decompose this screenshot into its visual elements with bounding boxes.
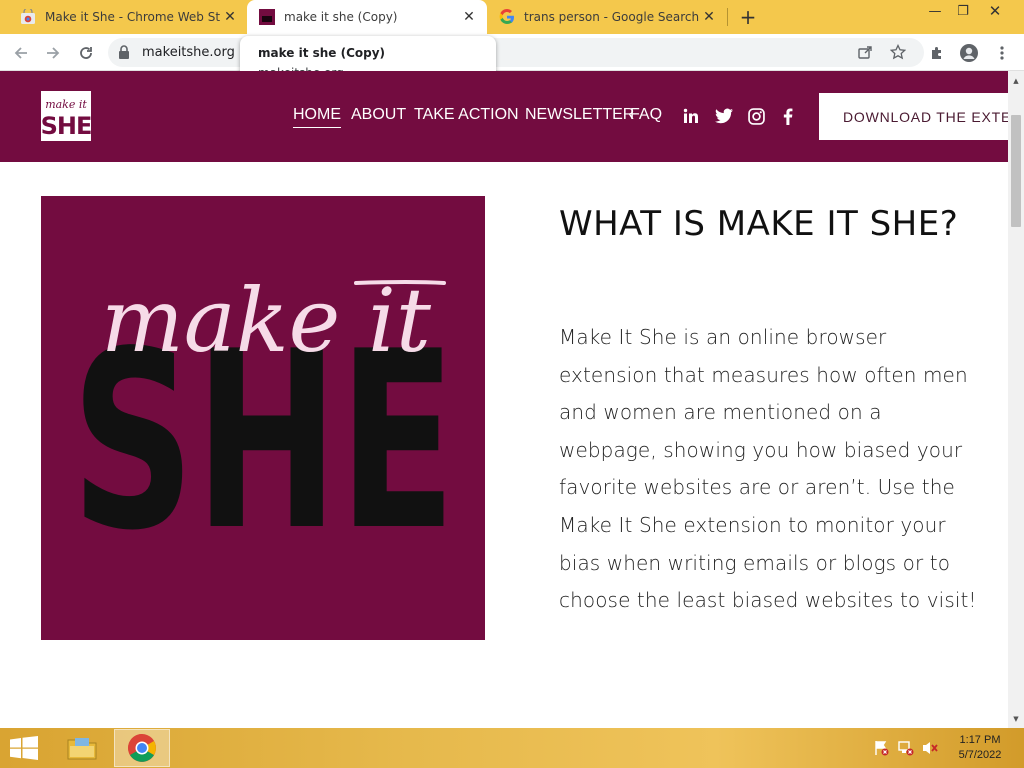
- share-icon: [858, 46, 872, 59]
- chrome-web-store-icon: [21, 9, 35, 24]
- volume-muted-icon[interactable]: [921, 740, 939, 756]
- share-button[interactable]: [852, 39, 878, 65]
- extensions-button[interactable]: [924, 40, 950, 66]
- new-tab-button[interactable]: +: [736, 5, 760, 29]
- lock-icon: [119, 45, 129, 59]
- reload-icon: [80, 47, 92, 59]
- menu-button[interactable]: [989, 40, 1015, 66]
- close-tab-icon[interactable]: ✕: [699, 7, 719, 27]
- make-it-she-favicon: [259, 9, 275, 25]
- browser-toolbar: makeitshe.org: [0, 34, 1024, 71]
- puzzle-icon: [932, 47, 941, 59]
- restore-button[interactable]: ❐: [948, 0, 978, 22]
- bookmark-button[interactable]: [885, 39, 911, 65]
- nav-home[interactable]: HOME: [293, 106, 341, 128]
- arrow-left-icon: [14, 47, 27, 59]
- make-it-she-logo: make it SHE: [41, 91, 92, 141]
- avatar-icon: [960, 44, 978, 62]
- twitter-icon[interactable]: [713, 105, 735, 127]
- taskbar-chrome[interactable]: [114, 729, 170, 767]
- hero-logo-image: SHE make it: [41, 196, 485, 640]
- tab-chrome-web-store[interactable]: Make it She - Chrome Web Store ✕: [8, 0, 248, 34]
- close-tab-icon[interactable]: ✕: [220, 7, 240, 27]
- site-logo[interactable]: make it SHE: [41, 91, 92, 141]
- action-center-flag-icon[interactable]: [872, 740, 890, 756]
- folder-icon: [67, 738, 97, 760]
- minimize-button[interactable]: —: [920, 0, 950, 22]
- taskbar-file-explorer[interactable]: [54, 729, 110, 767]
- clock-date: 5/7/2022: [958, 749, 1002, 761]
- site-header: make it SHE HOME ABOUT TAKE ACTION NEWSL…: [0, 71, 1008, 162]
- svg-text:make it: make it: [45, 98, 87, 111]
- section-body: Make It She is an online browser extensi…: [559, 325, 977, 613]
- close-tab-icon[interactable]: ✕: [459, 7, 479, 27]
- tab-make-it-she[interactable]: make it she (Copy) ✕: [247, 0, 487, 34]
- reload-button[interactable]: [73, 40, 99, 66]
- tab-google-search[interactable]: trans person - Google Search ✕: [487, 0, 727, 34]
- hover-card-title: make it she (Copy): [258, 46, 386, 60]
- kebab-menu-icon: [1000, 46, 1004, 60]
- tab-title: Make it She - Chrome Web Store: [45, 10, 220, 24]
- address-text: makeitshe.org: [142, 45, 235, 60]
- tab-separator: [727, 8, 728, 26]
- star-icon: [890, 44, 906, 60]
- back-button[interactable]: [8, 40, 34, 66]
- scroll-down-arrow-icon[interactable]: ▼: [1008, 711, 1024, 727]
- clock-time: 1:17 PM: [959, 734, 1001, 746]
- nav-take-action[interactable]: TAKE ACTION: [414, 106, 519, 124]
- address-bar[interactable]: makeitshe.org: [108, 38, 924, 67]
- windows-taskbar: 1:17 PM 5/7/2022: [0, 728, 1024, 768]
- forward-button[interactable]: [40, 40, 66, 66]
- nav-faq[interactable]: FAQ: [630, 106, 662, 124]
- linkedin-icon[interactable]: [680, 105, 702, 127]
- tab-title: trans person - Google Search: [524, 10, 699, 24]
- scroll-thumb[interactable]: [1011, 115, 1021, 227]
- google-icon: [499, 9, 514, 24]
- window-close-button[interactable]: ✕: [980, 0, 1010, 22]
- page-scrollbar[interactable]: ▲ ▼: [1008, 71, 1024, 728]
- chrome-icon: [128, 734, 156, 762]
- nav-newsletter[interactable]: NEWSLETTER: [525, 106, 634, 124]
- facebook-icon[interactable]: [777, 105, 799, 127]
- tab-title: make it she (Copy): [284, 10, 398, 24]
- tab-strip: Make it She - Chrome Web Store ✕ make it…: [0, 0, 1024, 34]
- instagram-icon[interactable]: [745, 105, 767, 127]
- nav-about[interactable]: ABOUT: [351, 106, 406, 124]
- scroll-up-arrow-icon[interactable]: ▲: [1008, 73, 1024, 89]
- network-icon[interactable]: [897, 740, 915, 756]
- svg-text:SHE: SHE: [41, 112, 91, 140]
- system-clock[interactable]: 1:17 PM 5/7/2022: [950, 733, 1010, 763]
- start-button[interactable]: [10, 736, 38, 760]
- svg-text:make it: make it: [101, 269, 432, 372]
- profile-button[interactable]: [956, 40, 982, 66]
- section-heading: WHAT IS MAKE IT SHE?: [559, 204, 959, 244]
- windows-logo-icon: [10, 736, 38, 760]
- arrow-right-icon: [47, 47, 60, 59]
- download-extension-button[interactable]: DOWNLOAD THE EXTENSION: [819, 93, 1008, 140]
